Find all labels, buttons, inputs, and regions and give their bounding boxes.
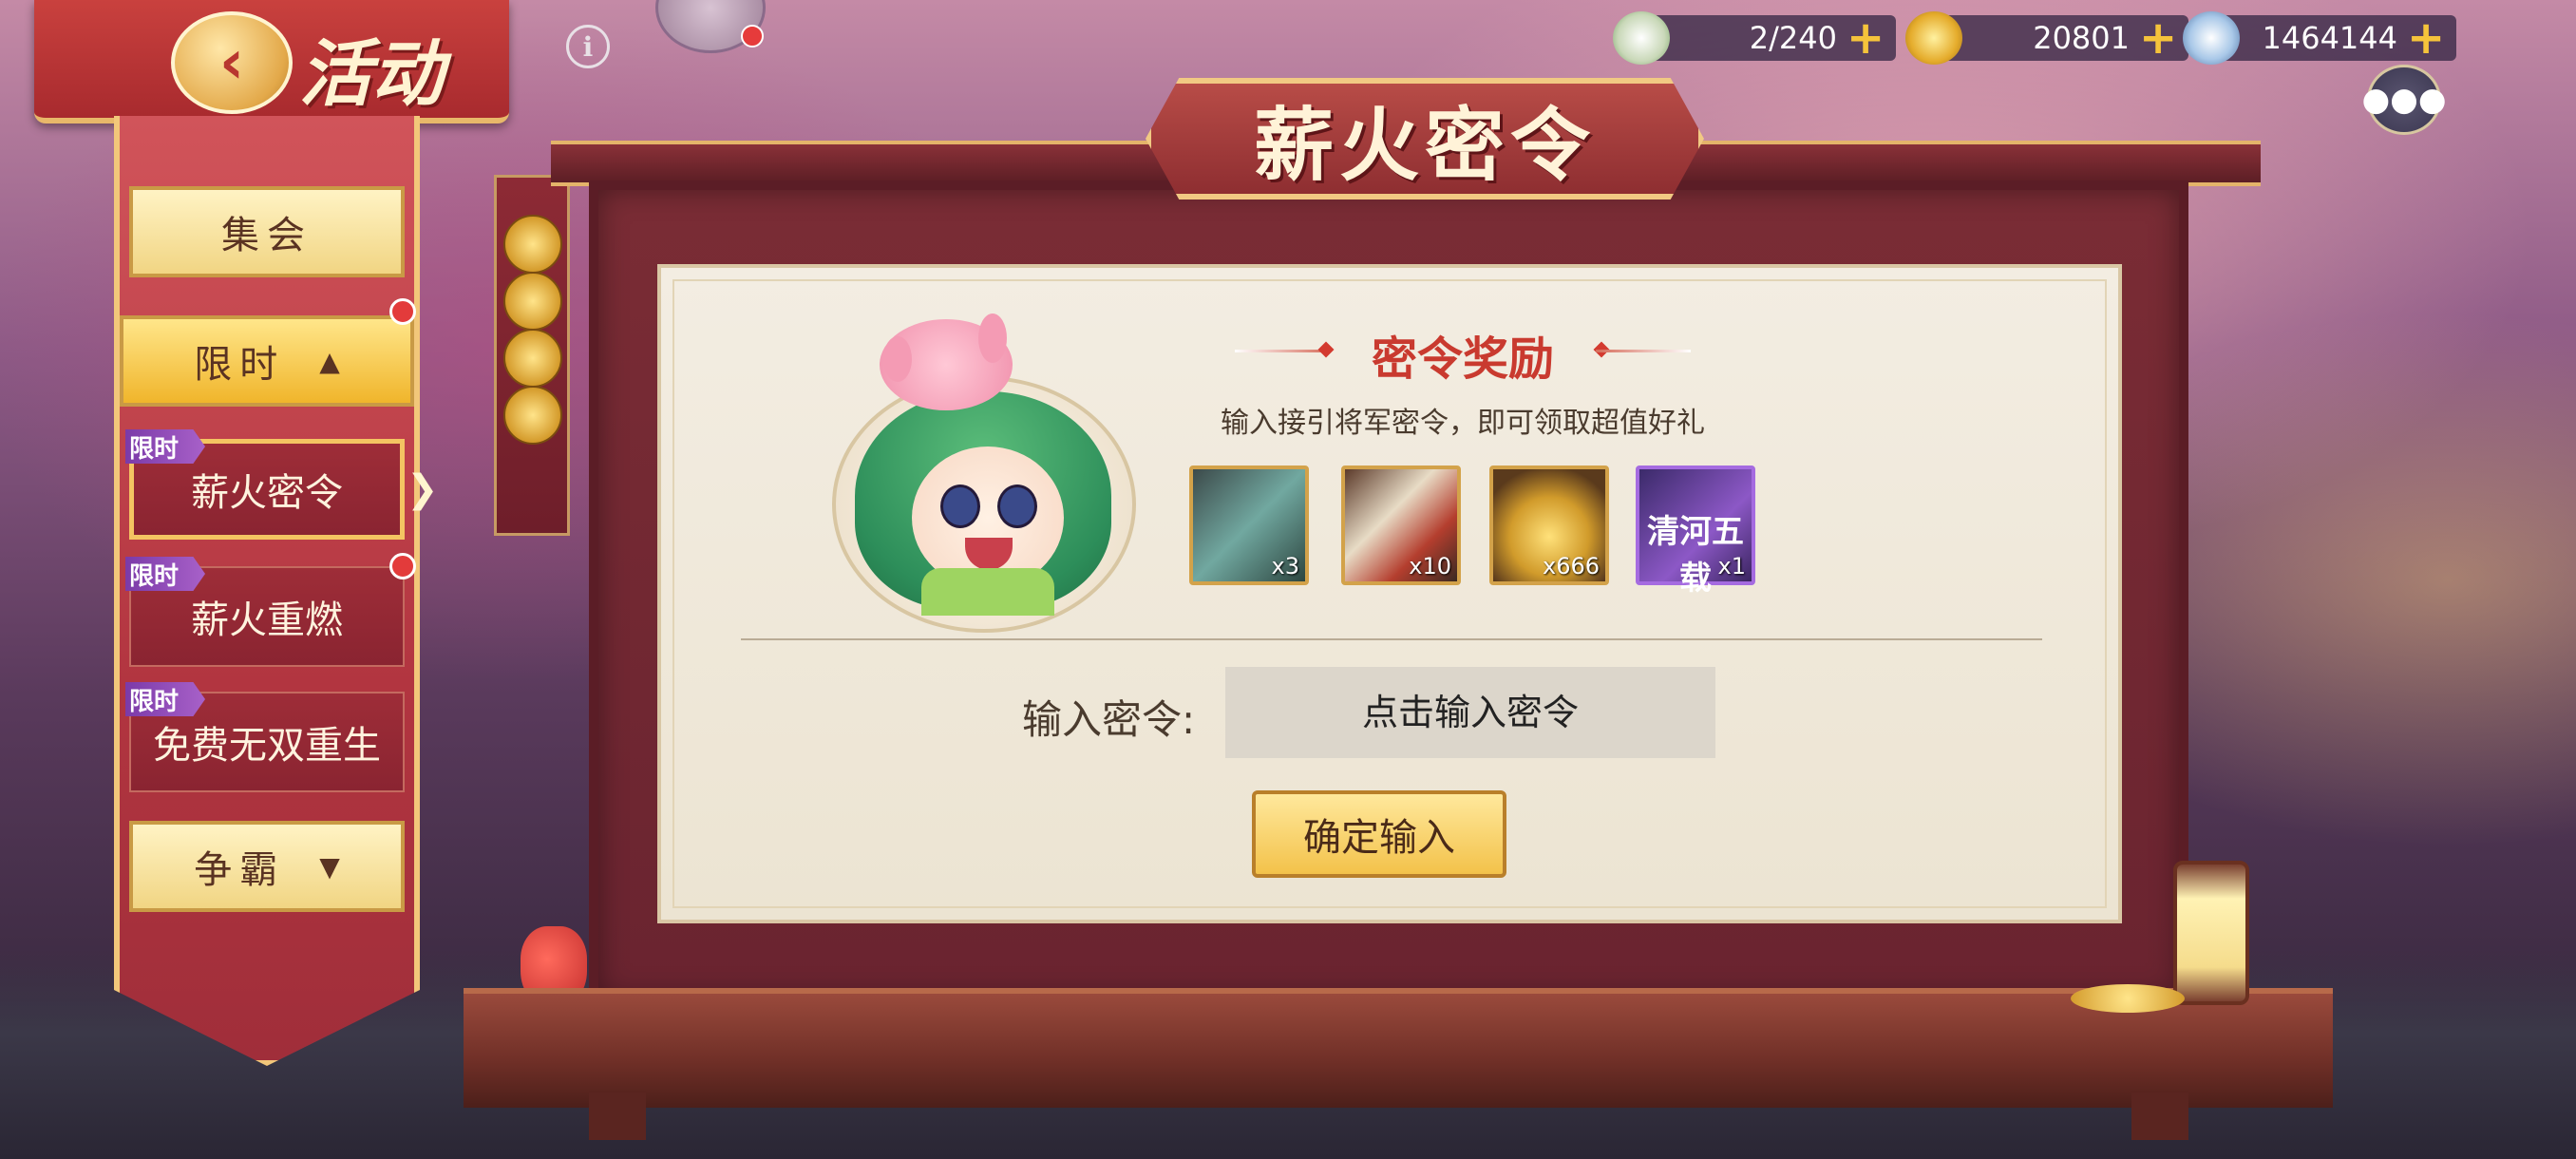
reward-quantity: x3 — [1271, 553, 1299, 580]
stand-leg — [2131, 1092, 2188, 1140]
reward-item-scroll[interactable]: x10 — [1341, 466, 1461, 585]
bunny-ear — [978, 314, 1007, 363]
notification-dot — [389, 298, 416, 325]
coin-pile-icon — [2071, 984, 2185, 1013]
reward-item-gold-ingot[interactable]: x666 — [1489, 466, 1609, 585]
menu-category-xianshi[interactable]: 限时 ▲ — [120, 315, 414, 407]
menu-category-label: 集会 — [221, 214, 313, 257]
coin-icon — [503, 386, 562, 445]
gold-value: 20801 — [2033, 20, 2130, 56]
menu-item-label: 薪火重燃 — [191, 598, 343, 642]
stamina-value: 2/240 — [1749, 20, 1837, 56]
limited-tag: 限时 — [125, 557, 205, 591]
chevron-down-icon: ▼ — [319, 850, 340, 883]
reward-description: 输入接引将军密令，即可领取超值好礼 — [1221, 407, 1705, 440]
menu-category-jihui[interactable]: 集会 — [129, 186, 405, 277]
add-stamina-button[interactable]: + — [1847, 15, 1885, 61]
password-label: 输入密令: — [1022, 696, 1196, 743]
reward-card-text: 清河五载 — [1647, 513, 1744, 598]
gold-ingot-icon — [1905, 11, 1962, 65]
info-icon[interactable]: i — [566, 25, 610, 68]
reward-quantity: x666 — [1542, 553, 1600, 580]
bun-icon — [1613, 11, 1670, 65]
board-stand — [464, 988, 2333, 1108]
back-arrow-icon: ‹ — [218, 28, 245, 98]
menu-category-label: 争霸 — [194, 848, 286, 892]
bunny-ear — [883, 336, 912, 382]
coin-icon — [503, 272, 562, 331]
silver-coin-icon — [2183, 11, 2240, 65]
add-gold-button[interactable]: + — [2139, 15, 2177, 61]
menu-item-label: 免费无双重生 — [153, 724, 381, 768]
page-title: 活动 — [299, 31, 444, 116]
character-eye — [997, 484, 1037, 528]
reward-quantity: x10 — [1409, 553, 1451, 580]
back-button[interactable]: ‹ — [171, 11, 293, 114]
confirm-button-label: 确定输入 — [1303, 816, 1455, 860]
decorative-line — [1235, 350, 1330, 352]
reward-title: 密令奖励 — [1371, 332, 1554, 386]
menu-item-label: 薪火密令 — [191, 471, 343, 515]
lamp-decoration-icon — [2173, 861, 2249, 1005]
character-eye — [940, 484, 980, 528]
coin-icon — [503, 329, 562, 388]
divider — [741, 638, 2042, 640]
add-coin-button[interactable]: + — [2407, 15, 2445, 61]
reward-quantity: x1 — [1717, 553, 1746, 580]
coin-icon — [503, 215, 562, 274]
limited-tag: 限时 — [125, 682, 205, 716]
confirm-button[interactable]: 确定输入 — [1252, 790, 1506, 878]
stand-leg — [589, 1092, 646, 1140]
chat-button[interactable]: ●●● — [2362, 65, 2447, 135]
reward-item-jade-token[interactable]: x3 — [1189, 466, 1309, 585]
gold-counter: 20801 + — [1905, 11, 2188, 65]
limited-tag: 限时 — [125, 429, 205, 464]
chat-bubble-icon: ●●● — [2361, 81, 2447, 119]
reward-item-frame-card[interactable]: 清河五载 x1 — [1636, 466, 1755, 598]
decorative-line — [1596, 350, 1691, 352]
menu-category-zhengba[interactable]: 争霸 ▼ — [129, 821, 405, 912]
stamina-counter: 2/240 + — [1613, 11, 1896, 65]
notification-dot — [741, 25, 764, 48]
chevron-up-icon: ▲ — [319, 345, 340, 377]
notification-dot — [389, 553, 416, 580]
character-body — [921, 568, 1054, 616]
panel-title: 薪火密令 — [1146, 78, 1704, 200]
password-input[interactable] — [1225, 667, 1715, 758]
coin-counter: 1464144 + — [2183, 11, 2456, 65]
selected-indicator-icon: ❯ — [407, 467, 439, 511]
menu-category-label: 限时 — [194, 343, 286, 387]
coin-value: 1464144 — [2262, 20, 2397, 56]
